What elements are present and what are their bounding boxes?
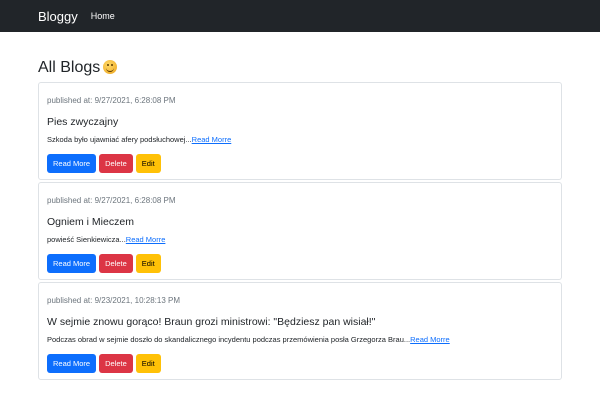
read-more-button[interactable]: Read More: [47, 354, 97, 373]
page-title: All Blogs: [38, 58, 562, 78]
blog-actions: Read More Delete Edit: [47, 354, 164, 373]
brand-link[interactable]: Bloggy: [38, 9, 78, 24]
published-date: published at: 9/27/2021, 6:28:08 PM: [47, 196, 176, 205]
blog-actions: Read More Delete Edit: [47, 154, 164, 173]
blog-title: Pies zwyczajny: [47, 116, 119, 128]
published-date: published at: 9/23/2021, 10:28:13 PM: [47, 296, 180, 305]
edit-button[interactable]: Edit: [135, 154, 161, 173]
delete-button[interactable]: Delete: [99, 254, 133, 273]
navbar: Bloggy Home: [0, 0, 600, 32]
edit-button[interactable]: Edit: [135, 354, 161, 373]
read-more-link[interactable]: Read Morre: [126, 235, 166, 244]
blog-card: published at: 9/27/2021, 6:28:08 PM Ogni…: [38, 182, 562, 280]
main-container: All Blogs published at: 9/27/2021, 6:28:…: [38, 32, 562, 382]
blog-card: published at: 9/23/2021, 10:28:13 PM W s…: [38, 282, 562, 380]
edit-button[interactable]: Edit: [135, 254, 161, 273]
delete-button[interactable]: Delete: [99, 154, 133, 173]
blog-description-text: Szkoda było ujawniać afery podsłuchowej.…: [47, 135, 192, 144]
blog-actions: Read More Delete Edit: [47, 254, 164, 273]
read-more-link[interactable]: Read Morre: [410, 335, 450, 344]
page-title-text: All Blogs: [38, 59, 101, 76]
read-more-button[interactable]: Read More: [47, 154, 97, 173]
blog-description: Szkoda było ujawniać afery podsłuchowej.…: [47, 135, 231, 144]
blog-card: published at: 9/27/2021, 6:28:08 PM Pies…: [38, 82, 562, 180]
blog-description: powieść Sienkiewicza...Read Morre: [47, 235, 165, 244]
read-more-link[interactable]: Read Morre: [192, 135, 232, 144]
smiling-face-icon: [103, 60, 118, 74]
blog-title: Ogniem i Mieczem: [47, 216, 134, 228]
blog-description: Podczas obrad w sejmie doszło do skandal…: [47, 335, 450, 344]
nav-link-home[interactable]: Home: [91, 11, 115, 21]
blog-description-text: powieść Sienkiewicza...: [47, 235, 126, 244]
blog-title: W sejmie znowu gorąco! Braun grozi minis…: [47, 316, 376, 328]
read-more-button[interactable]: Read More: [47, 254, 97, 273]
published-date: published at: 9/27/2021, 6:28:08 PM: [47, 96, 176, 105]
blog-description-text: Podczas obrad w sejmie doszło do skandal…: [47, 335, 411, 344]
delete-button[interactable]: Delete: [99, 354, 133, 373]
